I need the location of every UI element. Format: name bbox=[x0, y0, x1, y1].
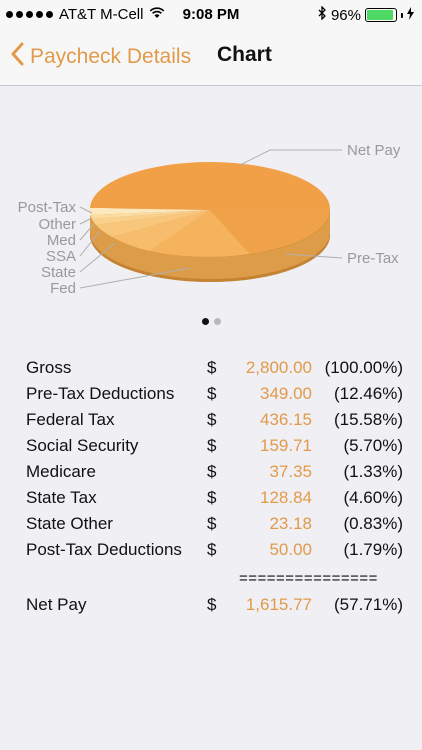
row-percent: (0.83%) bbox=[343, 514, 403, 533]
net-pay-amount: 1,615.77 bbox=[245, 595, 312, 614]
row-amount: 159.71 bbox=[260, 436, 312, 455]
pie-label-ssa: SSA bbox=[46, 248, 76, 265]
battery-tip bbox=[401, 12, 403, 18]
dollar-sign: $ bbox=[207, 514, 217, 533]
total-separator: =============== bbox=[239, 570, 378, 587]
dollar-sign: $ bbox=[207, 488, 217, 507]
charging-icon bbox=[407, 6, 414, 24]
page-control[interactable] bbox=[0, 318, 422, 325]
dollar-sign: $ bbox=[207, 384, 217, 403]
row-label: Post-Tax Deductions bbox=[26, 540, 182, 559]
dollar-sign: $ bbox=[207, 462, 217, 481]
pie-label-med: Med bbox=[47, 232, 76, 249]
back-button[interactable]: Paycheck Details bbox=[10, 42, 191, 71]
table-row: State Tax $ 128.84 (4.60%) bbox=[0, 485, 422, 511]
chevron-left-icon bbox=[10, 42, 24, 71]
table-row: State Other $ 23.18 (0.83%) bbox=[0, 511, 422, 537]
row-percent: (15.58%) bbox=[334, 410, 403, 429]
row-percent: (5.70%) bbox=[343, 436, 403, 455]
pie-slice-net-pay bbox=[90, 161, 331, 210]
row-amount: 128.84 bbox=[260, 488, 312, 507]
battery-icon bbox=[365, 8, 397, 22]
row-amount: 50.00 bbox=[269, 540, 312, 559]
row-label: Federal Tax bbox=[26, 410, 115, 429]
dollar-sign: $ bbox=[207, 540, 217, 559]
table-row: Pre-Tax Deductions $ 349.00 (12.46%) bbox=[0, 381, 422, 407]
row-label: Medicare bbox=[26, 462, 96, 481]
pie-label-other: Other bbox=[38, 216, 76, 233]
dollar-sign: $ bbox=[207, 358, 217, 377]
row-label: State Tax bbox=[26, 488, 97, 507]
net-pay-label: Net Pay bbox=[26, 595, 87, 614]
pie-label-pre-tax: Pre-Tax bbox=[347, 250, 399, 267]
page-dot-1[interactable] bbox=[201, 318, 209, 325]
pie-label-fed: Fed bbox=[50, 280, 76, 297]
row-percent: (100.00%) bbox=[324, 358, 403, 377]
total-separator-row: =============== bbox=[0, 566, 422, 592]
dollar-sign: $ bbox=[207, 436, 217, 455]
pie-chart-svg: Net Pay Pre-Tax Post-Tax Other Med SSA S… bbox=[18, 142, 401, 297]
table-row: Medicare $ 37.35 (1.33%) bbox=[0, 459, 422, 485]
table-row: Federal Tax $ 436.15 (15.58%) bbox=[0, 407, 422, 433]
dollar-sign: $ bbox=[207, 595, 217, 614]
row-label: State Other bbox=[26, 514, 113, 533]
row-label: Social Security bbox=[26, 436, 139, 455]
net-pay-percent: (57.71%) bbox=[334, 595, 403, 614]
row-percent: (12.46%) bbox=[334, 384, 403, 403]
table-row: Social Security $ 159.71 (5.70%) bbox=[0, 433, 422, 459]
pie-label-state: State bbox=[41, 264, 76, 281]
battery-percent: 96% bbox=[330, 6, 361, 24]
table-row: Post-Tax Deductions $ 50.00 (1.79%) bbox=[0, 537, 422, 563]
row-label: Pre-Tax Deductions bbox=[26, 384, 175, 403]
pie-chart[interactable]: Net Pay Pre-Tax Post-Tax Other Med SSA S… bbox=[0, 100, 422, 310]
pie-label-net-pay: Net Pay bbox=[347, 142, 401, 159]
status-right: 96% bbox=[318, 5, 414, 24]
row-label: Gross bbox=[26, 358, 72, 377]
back-button-label: Paycheck Details bbox=[30, 44, 192, 68]
status-bar: AT&T M-Cell 9:08 PM 96% bbox=[0, 0, 422, 30]
row-amount: 349.00 bbox=[260, 384, 312, 403]
page-dot-2[interactable] bbox=[213, 318, 221, 325]
pie-label-post-tax: Post-Tax bbox=[18, 199, 77, 216]
dollar-sign: $ bbox=[207, 410, 217, 429]
row-percent: (4.60%) bbox=[343, 488, 403, 507]
net-pay-row: Net Pay $ 1,615.77 (57.71%) bbox=[0, 592, 422, 618]
row-amount: 436.15 bbox=[260, 410, 312, 429]
page-title: Chart bbox=[217, 43, 272, 66]
row-amount: 23.18 bbox=[269, 514, 312, 533]
table-row: Gross $ 2,800.00 (100.00%) bbox=[0, 355, 422, 381]
row-percent: (1.79%) bbox=[343, 540, 403, 559]
row-percent: (1.33%) bbox=[343, 462, 403, 481]
row-amount: 37.35 bbox=[269, 462, 312, 481]
row-amount: 2,800.00 bbox=[245, 358, 312, 377]
nav-bar: Paycheck Details Chart bbox=[0, 30, 422, 86]
bluetooth-icon bbox=[318, 5, 327, 24]
